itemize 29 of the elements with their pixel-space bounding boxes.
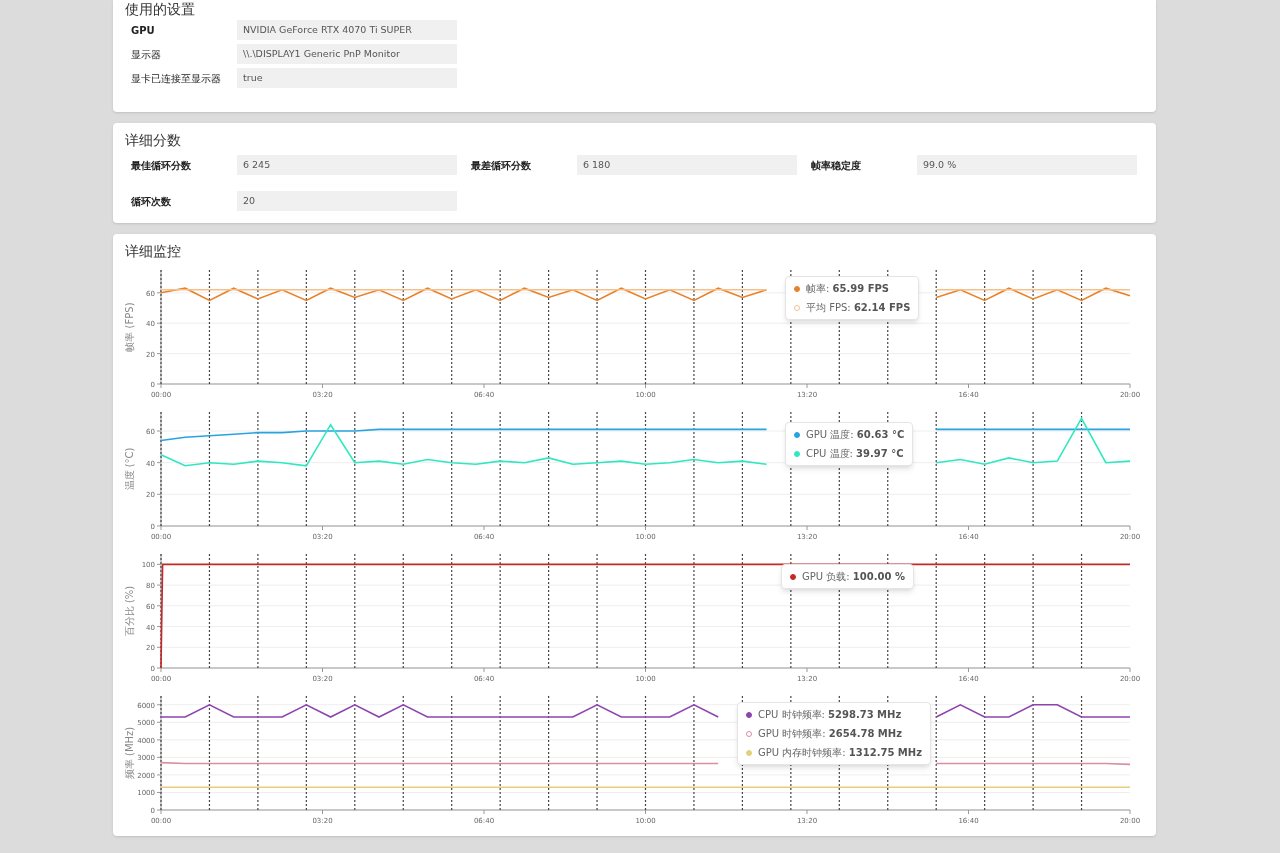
field-label: 显示器 [131,47,162,62]
tooltip-text: GPU 内存时钟频率: 1312.75 MHz [758,746,922,760]
tooltip-text: 平均 FPS: 62.14 FPS [806,301,911,315]
tooltip-text: GPU 时钟频率: 2654.78 MHz [758,727,902,741]
y-axis-title: 温度 (°C) [125,447,135,491]
section-title: 详细监控 [125,242,182,260]
y-axis-title: 帧率 (FPS) [125,302,135,352]
field-value: 6 180 [577,155,797,175]
tooltip-text: CPU 温度: 39.97 °C [806,447,904,461]
tooltip-text: CPU 时钟频率: 5298.73 MHz [758,708,902,722]
field-label: 帧率稳定度 [811,158,862,173]
section-title: 使用的设置 [125,0,196,18]
section-title: 详细分数 [125,131,182,149]
field-value: NVIDIA GeForce RTX 4070 Ti SUPER [237,20,457,40]
field-value: 99.0 % [917,155,1137,175]
field-label: 最佳循环分数 [131,158,192,173]
tooltip-text: 帧率: 65.99 FPS [806,282,890,296]
field-value: 20 [237,191,457,211]
field-value: true [237,68,457,88]
field-label: 显卡已连接至显示器 [131,71,222,86]
field-value: \\.\DISPLAY1 Generic PnP Monitor [237,44,457,64]
tooltip-text: GPU 负载: 100.00 % [802,570,905,584]
y-axis-title: 百分比 (%) [125,585,135,637]
field-label: 循环次数 [131,194,172,209]
field-label: GPU [131,23,156,38]
tooltip-text: GPU 温度: 60.63 °C [806,428,905,442]
field-label: 最差循环分数 [471,158,532,173]
y-axis-title: 频率 (MHz) [125,726,135,780]
field-value: 6 245 [237,155,457,175]
